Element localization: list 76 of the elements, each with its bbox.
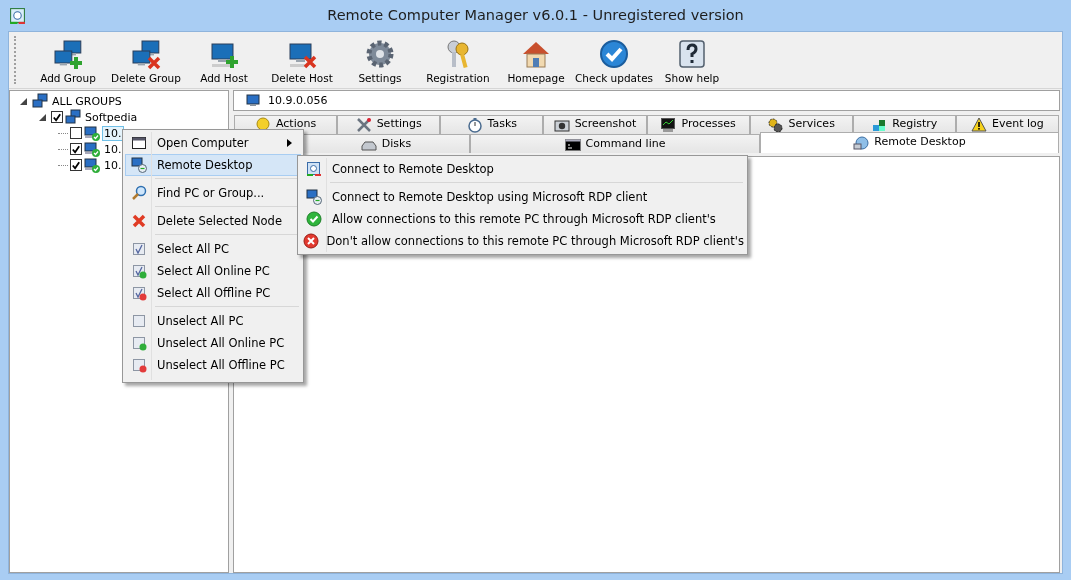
computer-online-icon: [84, 157, 100, 173]
tick-box-icon: [131, 241, 147, 257]
camera-icon: [553, 117, 570, 133]
monitor-icon: [131, 157, 147, 173]
collapse-arrow-icon[interactable]: [39, 113, 46, 121]
app-logo-icon: [9, 7, 26, 24]
stopwatch-icon: [466, 117, 483, 133]
tab[interactable]: Screenshot: [543, 115, 647, 134]
tab[interactable]: Settings: [337, 115, 441, 134]
checkbox[interactable]: [70, 159, 82, 171]
tab[interactable]: Disks: [302, 134, 470, 153]
settings-icon: [364, 38, 396, 70]
tree-item[interactable]: 10.: [102, 141, 124, 157]
cross-circle-icon: [303, 233, 320, 249]
console-icon: [564, 137, 581, 153]
check-circle-icon: [306, 211, 322, 227]
tab[interactable]: Command line: [470, 134, 760, 153]
tab[interactable]: Processes: [646, 115, 750, 134]
monitors-plus-icon: [52, 38, 84, 70]
toolbar-button[interactable]: Add Group: [29, 32, 107, 88]
collapse-arrow-icon[interactable]: [20, 97, 27, 105]
toolbar-button[interactable]: Registration: [419, 32, 497, 88]
menu-item[interactable]: Remote Desktop: [125, 154, 301, 176]
menu-item[interactable]: Don't allow connections to this remote PC through Microsoft RDP client's: [300, 230, 745, 252]
toolbar-button[interactable]: Settings: [341, 32, 419, 88]
window-icon: [131, 135, 147, 151]
monitors-cross-icon: [130, 38, 162, 70]
monitor-chart-icon: [660, 117, 677, 133]
computer-online-icon: [84, 125, 100, 141]
menu-item[interactable]: Unselect All Offline PC: [125, 354, 301, 376]
tree-item[interactable]: 10.: [102, 125, 124, 141]
empty-box-online-icon: [131, 335, 147, 351]
window-title: Remote Computer Manager v6.0.1 - Unregistered version: [327, 7, 744, 23]
network-icon: [65, 109, 81, 125]
tab[interactable]: Remote Desktop: [760, 132, 1059, 153]
computer-online-icon: [84, 141, 100, 157]
checkbox[interactable]: [51, 111, 63, 123]
checkbox[interactable]: [70, 143, 82, 155]
tree-item[interactable]: 10.: [102, 157, 124, 173]
cross-icon: [131, 213, 147, 229]
menu-item[interactable]: Unselect All PC: [125, 310, 301, 332]
menu-item[interactable]: Select All Offline PC: [125, 282, 301, 304]
toolbar-button[interactable]: Add Host: [185, 32, 263, 88]
menu-item[interactable]: Delete Selected Node: [125, 210, 301, 232]
menu-item[interactable]: Select All Online PC: [125, 260, 301, 282]
menu-item[interactable]: Connect to Remote Desktop: [300, 158, 745, 180]
tick-box-offline-icon: [131, 285, 147, 301]
toolbar-button[interactable]: Show help: [653, 32, 731, 88]
network-icon: [32, 93, 48, 109]
empty-box-icon: [131, 313, 147, 329]
gears-icon: [767, 117, 784, 133]
magnifier-icon: [131, 185, 147, 201]
toolbar-button[interactable]: Homepage: [497, 32, 575, 88]
toolbar-button[interactable]: Delete Host: [263, 32, 341, 88]
menu-item[interactable]: Connect to Remote Desktop using Microsoft RDP client: [300, 186, 745, 208]
toolbar-button[interactable]: Check updates: [575, 32, 653, 88]
app-icon: [306, 161, 322, 177]
check-icon: [598, 38, 630, 70]
computer-icon: [246, 92, 262, 109]
menu-item[interactable]: Allow connections to this remote PC through Microsoft RDP client's: [300, 208, 745, 230]
tab[interactable]: Tasks: [440, 115, 544, 134]
menu-item[interactable]: Open Computer: [125, 132, 301, 154]
empty-box-offline-icon: [131, 357, 147, 373]
checkbox[interactable]: [70, 127, 82, 139]
tree-item[interactable]: ALL GROUPS: [50, 93, 124, 109]
menu-item[interactable]: Select All PC: [125, 238, 301, 260]
monitor-icon: [306, 189, 322, 205]
warning-icon: [971, 117, 988, 133]
toolbar-button[interactable]: Delete Group: [107, 32, 185, 88]
menu-item[interactable]: Find PC or Group...: [125, 182, 301, 204]
tree-item[interactable]: Softpedia: [83, 109, 140, 125]
tick-box-online-icon: [131, 263, 147, 279]
address-field[interactable]: 10.9.0.056: [233, 90, 1060, 111]
menu-item[interactable]: Unselect All Online PC: [125, 332, 301, 354]
help-icon: [676, 38, 708, 70]
network-globe-icon: [853, 135, 870, 151]
